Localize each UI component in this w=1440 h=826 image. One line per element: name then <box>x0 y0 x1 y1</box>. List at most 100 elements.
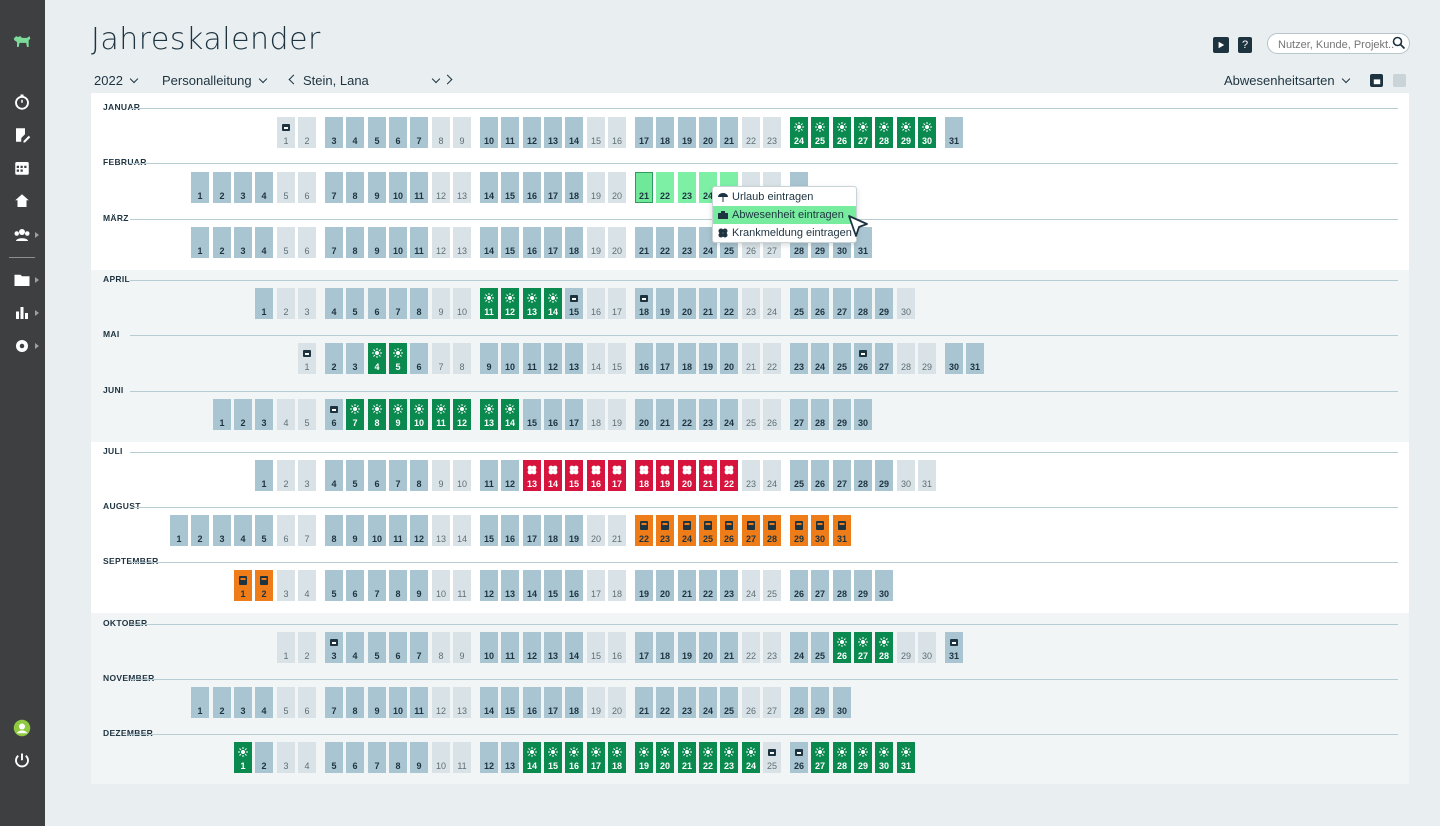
day-cell[interactable]: 8 <box>389 742 407 773</box>
day-cell[interactable]: 8 <box>325 515 343 546</box>
day-cell[interactable]: 17 <box>544 227 562 258</box>
day-cell[interactable]: 15 <box>544 570 562 601</box>
day-cell[interactable]: 3 <box>234 227 252 258</box>
day-cell[interactable]: 24 <box>699 687 717 718</box>
day-cell[interactable]: 28 <box>875 117 893 148</box>
day-cell[interactable]: 17 <box>608 460 626 491</box>
day-cell[interactable]: 26 <box>811 460 829 491</box>
day-cell[interactable]: 5 <box>389 343 407 374</box>
day-cell[interactable]: 26 <box>790 742 808 773</box>
day-cell[interactable]: 1 <box>298 343 316 374</box>
day-cell[interactable]: 17 <box>608 288 626 319</box>
day-cell[interactable]: 22 <box>720 288 738 319</box>
day-cell[interactable]: 9 <box>410 742 428 773</box>
day-cell[interactable]: 22 <box>699 742 717 773</box>
day-cell[interactable]: 8 <box>346 227 364 258</box>
video-play-icon[interactable] <box>1213 37 1229 53</box>
day-cell[interactable]: 25 <box>811 632 829 663</box>
day-cell[interactable]: 5 <box>325 742 343 773</box>
day-cell[interactable]: 23 <box>656 515 674 546</box>
day-cell[interactable]: 25 <box>742 399 760 430</box>
day-cell[interactable]: 25 <box>763 742 781 773</box>
day-cell[interactable]: 13 <box>544 632 562 663</box>
day-cell[interactable]: 13 <box>544 117 562 148</box>
day-cell[interactable]: 10 <box>432 570 450 601</box>
day-cell[interactable]: 14 <box>565 117 583 148</box>
day-cell[interactable]: 14 <box>501 399 519 430</box>
day-cell[interactable]: 12 <box>453 399 471 430</box>
day-cell[interactable]: 18 <box>587 399 605 430</box>
day-cell[interactable]: 18 <box>565 172 583 203</box>
day-cell[interactable]: 15 <box>523 399 541 430</box>
day-cell[interactable]: 16 <box>608 117 626 148</box>
day-cell[interactable]: 3 <box>213 515 231 546</box>
day-cell[interactable]: 13 <box>523 460 541 491</box>
day-cell[interactable]: 3 <box>234 687 252 718</box>
day-cell[interactable]: 12 <box>544 343 562 374</box>
day-cell[interactable]: 12 <box>432 227 450 258</box>
day-cell[interactable]: 19 <box>635 742 653 773</box>
day-cell[interactable]: 22 <box>656 172 674 203</box>
day-cell[interactable]: 4 <box>255 172 273 203</box>
day-cell[interactable]: 15 <box>565 460 583 491</box>
day-cell[interactable]: 11 <box>480 460 498 491</box>
day-cell[interactable]: 26 <box>720 515 738 546</box>
day-cell[interactable]: 20 <box>587 515 605 546</box>
day-cell[interactable]: 12 <box>523 117 541 148</box>
day-cell[interactable]: 17 <box>565 399 583 430</box>
search-input[interactable] <box>1267 33 1410 54</box>
day-cell[interactable]: 17 <box>523 515 541 546</box>
day-cell[interactable]: 23 <box>720 570 738 601</box>
day-cell[interactable]: 15 <box>501 227 519 258</box>
day-cell[interactable]: 6 <box>346 742 364 773</box>
day-cell[interactable]: 28 <box>763 515 781 546</box>
day-cell[interactable]: 25 <box>763 570 781 601</box>
day-cell[interactable]: 2 <box>277 288 295 319</box>
day-cell[interactable]: 17 <box>587 742 605 773</box>
day-cell[interactable]: 16 <box>587 460 605 491</box>
day-cell[interactable]: 30 <box>811 515 829 546</box>
day-cell[interactable]: 1 <box>191 227 209 258</box>
day-cell[interactable]: 2 <box>213 687 231 718</box>
day-cell[interactable]: 8 <box>346 687 364 718</box>
day-cell[interactable]: 23 <box>742 288 760 319</box>
day-cell[interactable]: 4 <box>346 117 364 148</box>
day-cell[interactable]: 22 <box>635 515 653 546</box>
day-cell[interactable]: 2 <box>255 742 273 773</box>
day-cell[interactable]: 1 <box>234 742 252 773</box>
day-cell[interactable]: 9 <box>432 288 450 319</box>
day-cell[interactable]: 6 <box>298 227 316 258</box>
dog-logo-icon[interactable] <box>11 31 33 53</box>
day-cell[interactable]: 21 <box>699 460 717 491</box>
day-cell[interactable]: 10 <box>410 399 428 430</box>
day-cell[interactable]: 24 <box>811 343 829 374</box>
day-cell[interactable]: 18 <box>678 343 696 374</box>
day-cell[interactable]: 23 <box>720 742 738 773</box>
day-cell[interactable]: 3 <box>298 288 316 319</box>
day-cell[interactable]: 16 <box>608 632 626 663</box>
day-cell[interactable]: 25 <box>720 687 738 718</box>
day-cell[interactable]: 23 <box>678 227 696 258</box>
day-cell[interactable]: 7 <box>368 742 386 773</box>
day-cell[interactable]: 19 <box>587 687 605 718</box>
year-view-icon[interactable] <box>1370 74 1383 87</box>
day-cell[interactable]: 8 <box>410 460 428 491</box>
day-cell[interactable]: 24 <box>790 117 808 148</box>
day-cell[interactable]: 9 <box>368 172 386 203</box>
day-cell[interactable]: 6 <box>346 570 364 601</box>
day-cell[interactable]: 12 <box>501 288 519 319</box>
day-cell[interactable]: 24 <box>763 460 781 491</box>
day-cell[interactable]: 28 <box>790 687 808 718</box>
day-cell[interactable]: 9 <box>368 687 386 718</box>
day-cell[interactable]: 31 <box>945 632 963 663</box>
day-cell[interactable]: 14 <box>480 687 498 718</box>
day-cell[interactable]: 19 <box>587 227 605 258</box>
day-cell[interactable]: 1 <box>170 515 188 546</box>
day-cell[interactable]: 4 <box>346 632 364 663</box>
day-cell[interactable]: 9 <box>346 515 364 546</box>
day-cell[interactable]: 7 <box>389 288 407 319</box>
day-cell[interactable]: 20 <box>608 227 626 258</box>
day-cell[interactable]: 18 <box>544 515 562 546</box>
day-cell[interactable]: 21 <box>678 570 696 601</box>
day-cell[interactable]: 30 <box>875 742 893 773</box>
